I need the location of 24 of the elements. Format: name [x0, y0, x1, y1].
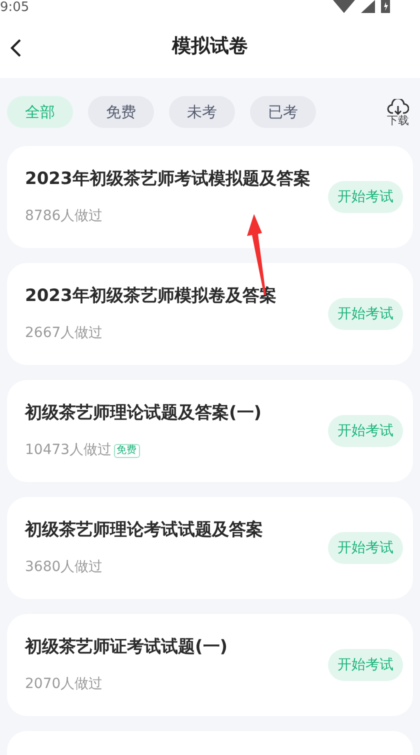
filter-tab[interactable]: 未考: [169, 96, 235, 128]
free-tag: 免费: [114, 444, 140, 458]
status-time: 9:05: [0, 0, 30, 15]
paper-title: 初级茶艺师理论考试试题及答案: [25, 518, 264, 542]
taken-count: 3680人做过: [25, 558, 103, 578]
filter-tab[interactable]: 免费: [88, 96, 154, 128]
paper-card[interactable]: 2023年初级茶艺师考试模拟题及答案 8786人做过 开始考试: [7, 146, 413, 248]
taken-count: 2667人做过: [25, 324, 103, 344]
page-title: 模拟试卷: [172, 34, 248, 60]
taken-count: 10473人做过: [25, 441, 112, 460]
paper-card[interactable]: 初级茶艺师理论考试试题及答案 3680人做过 开始考试: [7, 497, 413, 599]
signal-icon: [361, 0, 375, 13]
cloud-download-icon: [387, 98, 409, 114]
paper-title: 初级茶艺师理论试题及答案(一): [25, 402, 263, 425]
taken-count: 8786人做过: [25, 207, 103, 226]
paper-title: 初级茶艺师证考试试题(一): [25, 636, 229, 659]
paper-card[interactable]: 初级茶艺师理论试题及答案(一) 10473人做过 免费 开始考试: [7, 380, 413, 482]
wifi-icon: [333, 0, 355, 13]
download-button[interactable]: 下载: [387, 98, 409, 126]
paper-card[interactable]: 初级茶艺师证考试试题(一) 2070人做过 开始考试: [7, 614, 413, 716]
back-icon[interactable]: [10, 39, 22, 57]
paper-title: 2023年初级茶艺师考试模拟题及答案: [25, 168, 312, 191]
filter-tab[interactable]: 已考: [250, 96, 316, 128]
taken-count: 2070人做过: [25, 675, 103, 694]
